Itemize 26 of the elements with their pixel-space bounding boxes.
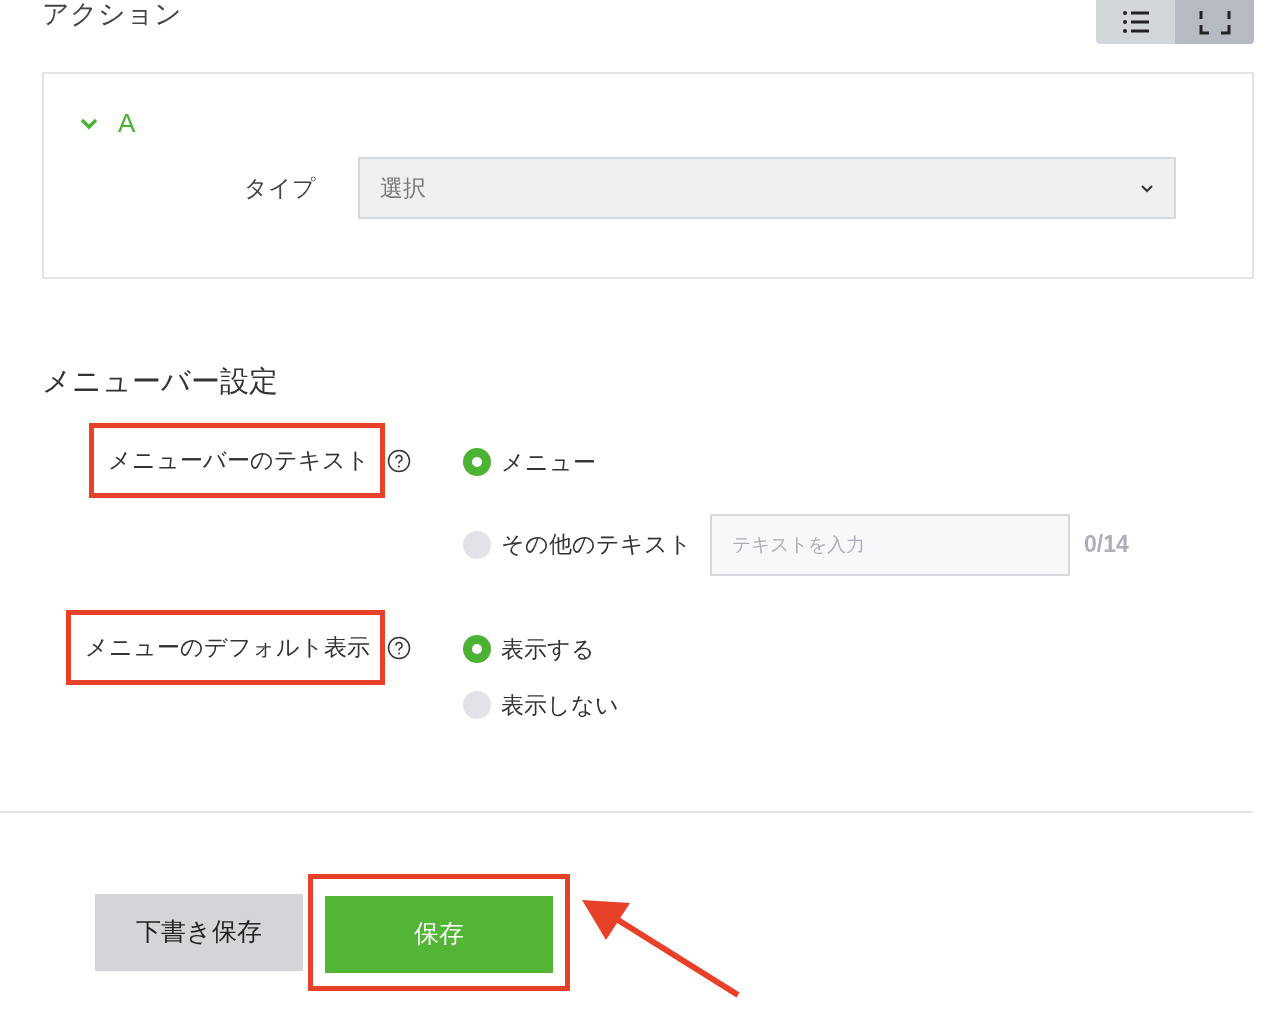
setting-label: メニューバーのテキスト <box>108 446 370 476</box>
section-title: アクション <box>42 0 182 28</box>
help-icon[interactable] <box>387 635 411 660</box>
action-label: A <box>118 107 136 140</box>
help-icon[interactable] <box>387 449 411 473</box>
option-label: その他のテキスト <box>501 530 692 560</box>
option-label: メニュー <box>501 448 596 477</box>
draft-save-button[interactable]: 下書き保存 <box>95 893 303 971</box>
list-icon <box>1121 10 1150 34</box>
expand-view-button[interactable] <box>1175 0 1254 44</box>
list-view-button[interactable] <box>1096 0 1175 44</box>
type-select[interactable]: 選択 <box>358 157 1176 219</box>
caret-icon <box>1140 183 1154 193</box>
radio-button[interactable] <box>463 691 491 720</box>
setting-label: メニューのデフォルト表示 <box>85 632 370 662</box>
save-button[interactable]: 保存 <box>325 895 553 973</box>
section-title: メニューバー設定 <box>42 364 279 399</box>
option-label: 表示する <box>501 634 595 664</box>
text-input[interactable]: テキストを入力 <box>710 513 1070 576</box>
type-label: タイプ <box>243 173 317 203</box>
char-counter: 0/14 <box>1084 530 1129 560</box>
radio-button[interactable] <box>463 530 491 559</box>
option-label: 表示しない <box>501 691 619 720</box>
radio-button[interactable] <box>463 634 491 663</box>
expand-icon <box>1198 9 1231 35</box>
radio-button[interactable] <box>463 448 491 477</box>
